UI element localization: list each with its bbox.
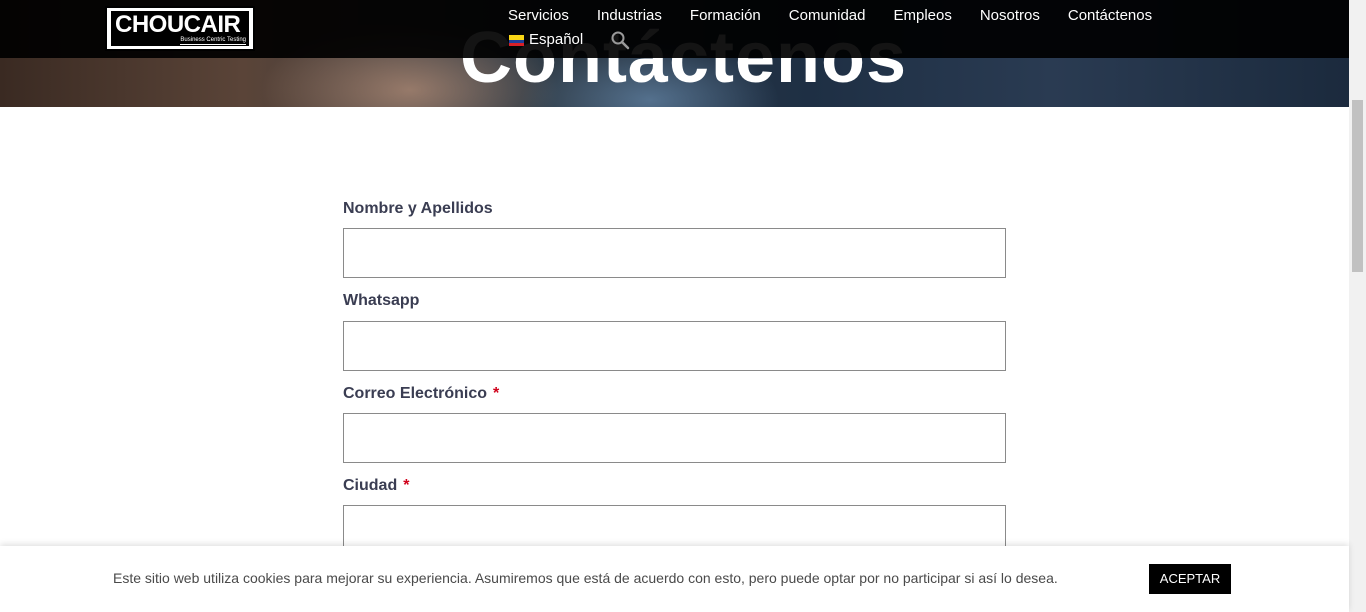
language-selector[interactable]: Español: [509, 30, 583, 50]
page-scrollbar[interactable]: [1349, 0, 1366, 612]
required-asterisk: *: [493, 385, 500, 402]
field-label-text: Correo Electrónico: [343, 385, 488, 402]
field-label-ciudad: Ciudad *: [343, 475, 409, 497]
nav-item-contactenos[interactable]: Contáctenos: [1054, 6, 1166, 26]
email-input[interactable]: [343, 413, 1006, 463]
field-label-text: Whatsapp: [343, 292, 420, 309]
required-asterisk: *: [403, 477, 410, 494]
field-label-correo: Correo Electrónico *: [343, 383, 499, 405]
search-icon[interactable]: [610, 30, 630, 50]
cookie-banner: Este sitio web utiliza cookies para mejo…: [0, 546, 1349, 612]
field-label-text: Ciudad: [343, 477, 398, 494]
logo-tagline: Business Centric Testing: [180, 37, 246, 45]
field-label-whatsapp: Whatsapp: [343, 290, 419, 312]
choucair-logo[interactable]: CHOUCAIR Business Centric Testing: [105, 6, 255, 51]
whatsapp-input[interactable]: [343, 321, 1006, 371]
colombia-flag-icon: [509, 34, 524, 46]
nav-item-comunidad[interactable]: Comunidad: [775, 6, 880, 26]
nombre-input[interactable]: [343, 228, 1006, 278]
nav-item-empleos[interactable]: Empleos: [879, 6, 965, 26]
nav-item-servicios[interactable]: Servicios: [508, 6, 583, 26]
nav-item-nosotros[interactable]: Nosotros: [966, 6, 1054, 26]
logo-mark: CHOUCAIR Business Centric Testing: [111, 11, 249, 46]
accept-cookies-button[interactable]: ACEPTAR: [1149, 564, 1231, 594]
language-label: Español: [529, 31, 584, 48]
cookie-message: Este sitio web utiliza cookies para mejo…: [113, 570, 1058, 586]
field-label-nombre: Nombre y Apellidos: [343, 198, 493, 220]
main-menu: Servicios Industrias Formación Comunidad…: [508, 6, 1166, 26]
field-label-text: Nombre y Apellidos: [343, 200, 493, 217]
logo-text: CHOUCAIR: [115, 11, 241, 38]
top-navbar: CHOUCAIR Business Centric Testing Servic…: [0, 0, 1349, 58]
nav-item-formacion[interactable]: Formación: [676, 6, 775, 26]
scrollbar-thumb[interactable]: [1352, 100, 1363, 272]
nav-item-industrias[interactable]: Industrias: [583, 6, 676, 26]
